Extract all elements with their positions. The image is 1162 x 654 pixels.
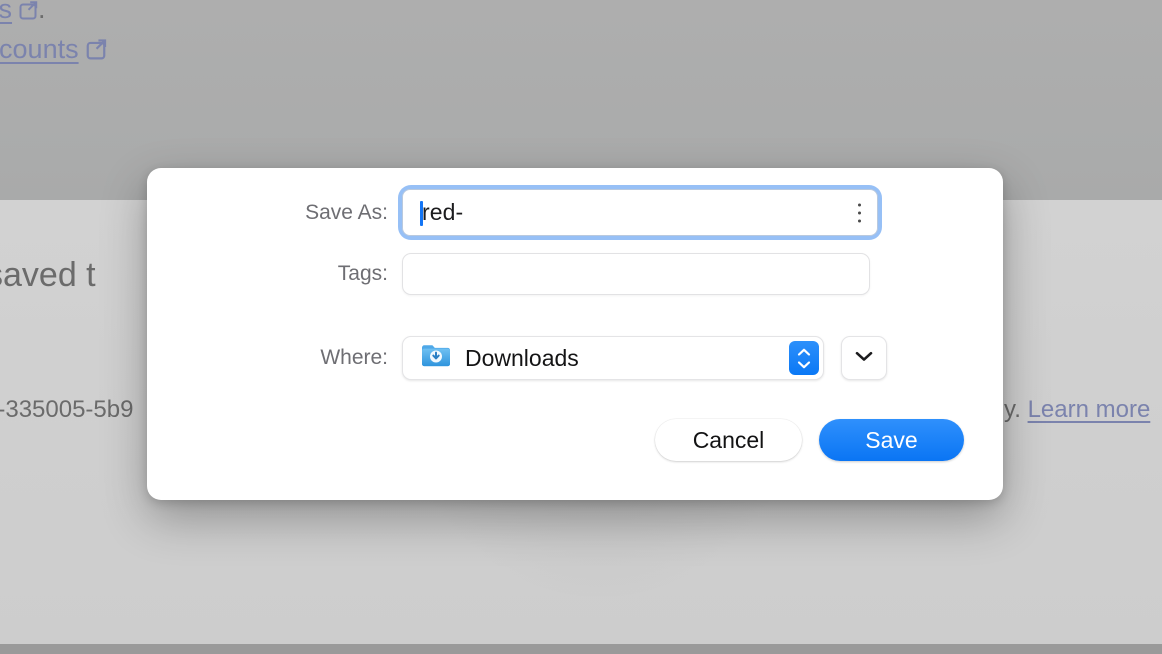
tags-row: Tags: bbox=[288, 253, 870, 295]
downloads-folder-icon bbox=[421, 343, 451, 373]
tags-label: Tags: bbox=[337, 262, 388, 285]
save-as-focus-ring: red- bbox=[402, 189, 878, 236]
where-popup-button[interactable]: Downloads bbox=[402, 336, 824, 380]
background-policies-line: licies. bbox=[0, 0, 46, 27]
background-saved-text: saved t bbox=[0, 256, 96, 294]
background-code-text: n-335005-5b9 bbox=[0, 396, 134, 423]
save-button[interactable]: Save bbox=[819, 419, 964, 461]
cancel-button[interactable]: Cancel bbox=[655, 419, 802, 461]
chevron-down-icon bbox=[855, 349, 873, 367]
background-learnmore-line: y. Learn more bbox=[1004, 396, 1150, 424]
background-bottom-bar bbox=[0, 644, 1162, 654]
background-accounts-line: e accounts bbox=[0, 34, 107, 67]
text-caret bbox=[420, 201, 423, 226]
screen: licies. e accounts saved t n-335005-5b9 … bbox=[0, 0, 1162, 654]
dialog-button-bar: Cancel Save bbox=[655, 419, 964, 461]
learn-more-link[interactable]: Learn more bbox=[1028, 396, 1151, 423]
where-value: Downloads bbox=[465, 344, 579, 371]
external-link-icon bbox=[18, 0, 38, 27]
external-link-icon bbox=[85, 36, 107, 67]
tags-input[interactable] bbox=[402, 253, 870, 295]
up-down-chevron-icon[interactable] bbox=[789, 341, 819, 375]
save-as-label: Save As: bbox=[305, 200, 388, 224]
background-policies-link[interactable]: licies bbox=[0, 0, 12, 24]
save-as-input[interactable]: red- bbox=[402, 189, 878, 236]
save-as-dialog: Save As: red- Tags: Where: Downloads Can… bbox=[147, 168, 1003, 500]
save-as-value: red- bbox=[422, 199, 464, 225]
background-learnmore-prefix: y. bbox=[1004, 396, 1028, 423]
vertical-ellipsis-icon[interactable] bbox=[858, 203, 861, 222]
save-as-row: Save As: red- bbox=[288, 189, 878, 236]
where-row: Where: Downloads bbox=[288, 336, 887, 380]
where-label: Where: bbox=[320, 346, 388, 369]
expand-browser-button[interactable] bbox=[841, 336, 887, 380]
background-policies-period: . bbox=[38, 0, 46, 24]
background-accounts-link[interactable]: e accounts bbox=[0, 34, 79, 64]
